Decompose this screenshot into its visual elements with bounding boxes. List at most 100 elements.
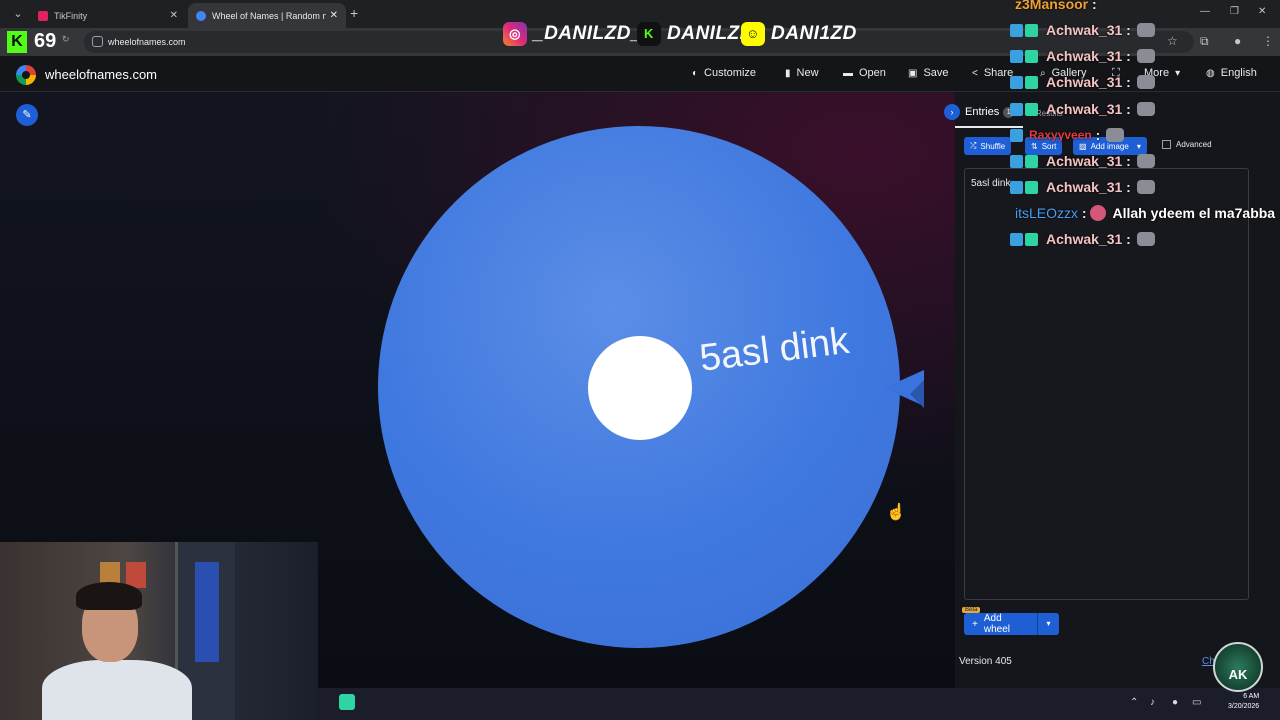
chat-sep: : bbox=[1078, 205, 1091, 221]
chat-sep: : bbox=[1091, 127, 1101, 143]
chat-sep: : bbox=[1088, 0, 1097, 12]
add-wheel-button[interactable]: + Add wheel ▾ bbox=[964, 613, 1059, 635]
tab-label: TikFinity bbox=[54, 10, 88, 21]
instagram-handle: ◎ _DANILZD_ bbox=[503, 20, 642, 48]
add-wheel-main[interactable]: + Add wheel bbox=[964, 613, 1037, 635]
badge-icon bbox=[1025, 232, 1038, 246]
share-button[interactable]: < Share bbox=[972, 67, 1013, 79]
streamer-shirt bbox=[42, 660, 192, 720]
maximize-icon[interactable]: ❐ bbox=[1230, 6, 1239, 17]
chat-sep: : bbox=[1122, 74, 1131, 90]
chat-sep: : bbox=[1122, 22, 1131, 38]
entry-text: 5asl dink bbox=[971, 178, 1011, 189]
frog-emote-icon bbox=[1090, 205, 1107, 221]
badge-icon bbox=[1010, 232, 1023, 246]
language-label: English bbox=[1220, 67, 1257, 79]
chat-user: Achwak_31 bbox=[1046, 231, 1123, 247]
chat-line: Achwak_31 : bbox=[1010, 48, 1155, 64]
extensions-icon[interactable]: ⧉ bbox=[1200, 34, 1209, 49]
wheelofnames-logo-icon[interactable] bbox=[16, 65, 36, 85]
close-tab-icon[interactable]: ✕ bbox=[330, 10, 338, 21]
bookmark-star-icon[interactable]: ☆ bbox=[1167, 34, 1178, 48]
browser-menu-icon[interactable]: ⋮ bbox=[1262, 34, 1274, 48]
entries-tab-label: Entries bbox=[965, 106, 1000, 118]
wheel-favicon-icon bbox=[196, 10, 206, 21]
tray-chevron-icon[interactable]: ⌃ bbox=[1130, 697, 1138, 708]
site-name[interactable]: wheelofnames.com bbox=[45, 67, 157, 82]
tab-wheel-of-names[interactable]: Wheel of Names | Random nam ✕ bbox=[188, 3, 346, 28]
shuffle-button[interactable]: ⤮ Shuffle bbox=[964, 137, 1012, 155]
tab-search-icon[interactable]: ⌄ bbox=[10, 6, 26, 22]
customize-button[interactable]: ◐ Customize bbox=[692, 67, 756, 79]
tab-label: Wheel of Names | Random nam bbox=[212, 10, 326, 21]
streamer-hair bbox=[76, 582, 142, 610]
chat-sep: : bbox=[1122, 179, 1131, 195]
badge-icon bbox=[1010, 49, 1023, 63]
add-wheel-label: Add wheel bbox=[983, 613, 1010, 635]
badge-icon bbox=[1010, 154, 1023, 168]
cat-emote-icon bbox=[1136, 232, 1155, 246]
display-icon[interactable]: ▭ bbox=[1192, 697, 1201, 708]
badge-icon bbox=[1010, 128, 1023, 142]
chat-sep: : bbox=[1122, 231, 1131, 247]
cat-emote-icon bbox=[1136, 49, 1155, 63]
chat-sep: : bbox=[1122, 153, 1131, 169]
advanced-checkbox[interactable]: Advanced bbox=[1162, 140, 1212, 149]
badge-icon bbox=[1010, 180, 1023, 194]
badge-icon bbox=[1010, 23, 1023, 37]
taskbar-app-icon[interactable] bbox=[339, 694, 355, 710]
close-tab-icon[interactable]: ✕ bbox=[170, 10, 178, 21]
open-button[interactable]: ▬ Open bbox=[843, 67, 886, 79]
minimize-icon[interactable]: — bbox=[1200, 6, 1210, 17]
chat-user: Achwak_31 bbox=[1046, 74, 1123, 90]
speaker-icon[interactable]: ♪ bbox=[1150, 697, 1155, 708]
file-icon: ▮ bbox=[785, 67, 791, 79]
new-button[interactable]: ▮ New bbox=[785, 67, 819, 79]
globe-icon: ◍ bbox=[1206, 67, 1215, 79]
chevron-down-icon: ▾ bbox=[1136, 141, 1141, 151]
chat-sep: : bbox=[1122, 48, 1131, 64]
chat-user: Achwak_31 bbox=[1046, 48, 1123, 64]
viewer-count: 69 bbox=[34, 30, 57, 52]
version-text: Version 405 bbox=[959, 656, 1012, 667]
kick-handle: K DANILZD bbox=[637, 20, 754, 48]
checkbox-box[interactable] bbox=[1162, 140, 1171, 149]
snapchat-name: DANI1ZD bbox=[771, 23, 857, 44]
edit-pencil-icon[interactable]: ✎ bbox=[16, 104, 38, 126]
save-button[interactable]: ▣ Save bbox=[908, 67, 949, 79]
new-tab-icon[interactable]: + bbox=[350, 5, 358, 21]
badge-icon bbox=[1025, 154, 1038, 168]
tab-entries[interactable]: › Entries 1 bbox=[944, 104, 1015, 120]
chat-line: z3Mansoor : bbox=[1015, 0, 1097, 12]
beta-badge: Beta bbox=[962, 607, 981, 613]
plus-icon: + bbox=[972, 618, 978, 630]
ak-logo-badge: AK bbox=[1213, 642, 1263, 692]
kick-logo-icon: K bbox=[7, 31, 27, 53]
badge-icon bbox=[1025, 23, 1038, 37]
close-window-icon[interactable]: ✕ bbox=[1258, 6, 1266, 17]
chat-line: Achwak_31 : bbox=[1010, 22, 1155, 38]
chevron-down-icon[interactable]: ▾ bbox=[1037, 613, 1059, 635]
chat-user: Raxyyveen bbox=[1029, 128, 1092, 142]
palette-icon: ◐ bbox=[692, 67, 699, 79]
mic-icon[interactable]: ● bbox=[1172, 697, 1178, 708]
taskbar-clock[interactable]: 6 AM 3/20/2026 bbox=[1228, 692, 1259, 712]
site-info-icon[interactable] bbox=[92, 36, 103, 47]
chat-user: Achwak_31 bbox=[1046, 101, 1123, 117]
window bbox=[195, 562, 219, 662]
shuffle-icon: ⤮ bbox=[970, 141, 977, 150]
profile-avatar[interactable]: ● bbox=[1234, 34, 1241, 48]
chevron-down-icon: ▾ bbox=[1175, 67, 1181, 79]
share-icon: < bbox=[972, 67, 978, 79]
tab-tikfinity[interactable]: TikFinity ✕ bbox=[30, 3, 186, 28]
language-button[interactable]: ◍ English bbox=[1206, 67, 1257, 79]
cat-emote-icon bbox=[1106, 128, 1125, 142]
cat-emote-icon bbox=[1136, 23, 1155, 37]
kick-icon: K bbox=[637, 22, 661, 46]
wheel-center-hub[interactable] bbox=[588, 336, 692, 440]
open-label: Open bbox=[859, 67, 886, 79]
chat-line: Raxyyveen : bbox=[1010, 127, 1125, 143]
badge-icon bbox=[1025, 75, 1038, 89]
hide-panel-chevron-icon[interactable]: › bbox=[944, 104, 960, 120]
chat-line: Achwak_31 : bbox=[1010, 101, 1155, 117]
